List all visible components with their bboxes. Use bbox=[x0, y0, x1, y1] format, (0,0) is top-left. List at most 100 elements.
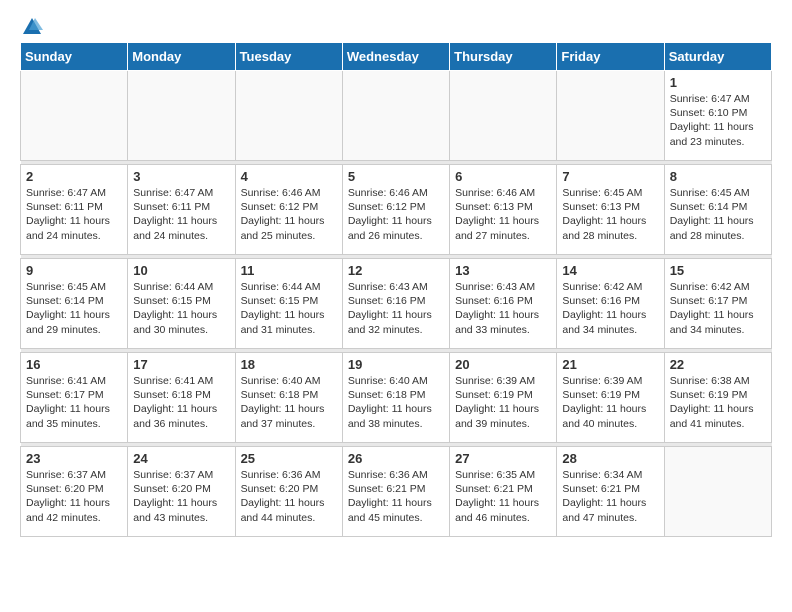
calendar-cell: 18 Sunrise: 6:40 AM Sunset: 6:18 PM Dayli… bbox=[235, 353, 342, 443]
weekday-header-row: SundayMondayTuesdayWednesdayThursdayFrid… bbox=[21, 43, 772, 71]
calendar-cell: 27 Sunrise: 6:35 AM Sunset: 6:21 PM Dayli… bbox=[450, 447, 557, 537]
day-number: 5 bbox=[348, 169, 444, 184]
day-info: Sunrise: 6:47 AM Sunset: 6:11 PM Dayligh… bbox=[26, 186, 122, 243]
calendar-cell bbox=[557, 71, 664, 161]
header bbox=[20, 16, 772, 34]
weekday-header-saturday: Saturday bbox=[664, 43, 771, 71]
calendar-cell bbox=[664, 447, 771, 537]
logo bbox=[20, 16, 44, 34]
day-number: 12 bbox=[348, 263, 444, 278]
calendar-cell: 7 Sunrise: 6:45 AM Sunset: 6:13 PM Daylig… bbox=[557, 165, 664, 255]
calendar-cell: 15Sunrise: 6:42 AM Sunset: 6:17 PM Dayli… bbox=[664, 259, 771, 349]
day-info: Sunrise: 6:38 AM Sunset: 6:19 PM Dayligh… bbox=[670, 374, 766, 431]
day-number: 28 bbox=[562, 451, 658, 466]
day-number: 18 bbox=[241, 357, 337, 372]
week-row-2: 2 Sunrise: 6:47 AM Sunset: 6:11 PM Daylig… bbox=[21, 165, 772, 255]
calendar-cell: 1 Sunrise: 6:47 AM Sunset: 6:10 PM Daylig… bbox=[664, 71, 771, 161]
day-number: 17 bbox=[133, 357, 229, 372]
weekday-header-wednesday: Wednesday bbox=[342, 43, 449, 71]
calendar-cell: 3 Sunrise: 6:47 AM Sunset: 6:11 PM Daylig… bbox=[128, 165, 235, 255]
weekday-header-monday: Monday bbox=[128, 43, 235, 71]
calendar-cell: 23Sunrise: 6:37 AM Sunset: 6:20 PM Dayli… bbox=[21, 447, 128, 537]
weekday-header-friday: Friday bbox=[557, 43, 664, 71]
calendar-cell: 19 Sunrise: 6:40 AM Sunset: 6:18 PM Dayli… bbox=[342, 353, 449, 443]
day-number: 26 bbox=[348, 451, 444, 466]
calendar-cell bbox=[342, 71, 449, 161]
day-number: 21 bbox=[562, 357, 658, 372]
calendar-cell: 13 Sunrise: 6:43 AM Sunset: 6:16 PM Dayli… bbox=[450, 259, 557, 349]
day-number: 1 bbox=[670, 75, 766, 90]
week-row-3: 9 Sunrise: 6:45 AM Sunset: 6:14 PM Daylig… bbox=[21, 259, 772, 349]
calendar-cell: 20 Sunrise: 6:39 AM Sunset: 6:19 PM Dayli… bbox=[450, 353, 557, 443]
day-number: 13 bbox=[455, 263, 551, 278]
day-info: Sunrise: 6:40 AM Sunset: 6:18 PM Dayligh… bbox=[348, 374, 444, 431]
page-container: SundayMondayTuesdayWednesdayThursdayFrid… bbox=[0, 0, 792, 553]
calendar-cell: 21 Sunrise: 6:39 AM Sunset: 6:19 PM Dayli… bbox=[557, 353, 664, 443]
calendar-cell: 16 Sunrise: 6:41 AM Sunset: 6:17 PM Dayli… bbox=[21, 353, 128, 443]
weekday-header-sunday: Sunday bbox=[21, 43, 128, 71]
day-info: Sunrise: 6:34 AM Sunset: 6:21 PM Dayligh… bbox=[562, 468, 658, 525]
calendar-table: SundayMondayTuesdayWednesdayThursdayFrid… bbox=[20, 42, 772, 537]
calendar-cell: 22 Sunrise: 6:38 AM Sunset: 6:19 PM Dayli… bbox=[664, 353, 771, 443]
day-info: Sunrise: 6:45 AM Sunset: 6:14 PM Dayligh… bbox=[26, 280, 122, 337]
calendar-cell: 2 Sunrise: 6:47 AM Sunset: 6:11 PM Daylig… bbox=[21, 165, 128, 255]
day-info: Sunrise: 6:37 AM Sunset: 6:20 PM Dayligh… bbox=[133, 468, 229, 525]
day-number: 7 bbox=[562, 169, 658, 184]
day-number: 16 bbox=[26, 357, 122, 372]
day-info: Sunrise: 6:36 AM Sunset: 6:20 PM Dayligh… bbox=[241, 468, 337, 525]
day-number: 2 bbox=[26, 169, 122, 184]
calendar-cell: 11Sunrise: 6:44 AM Sunset: 6:15 PM Dayli… bbox=[235, 259, 342, 349]
day-info: Sunrise: 6:35 AM Sunset: 6:21 PM Dayligh… bbox=[455, 468, 551, 525]
day-number: 27 bbox=[455, 451, 551, 466]
weekday-header-thursday: Thursday bbox=[450, 43, 557, 71]
day-info: Sunrise: 6:39 AM Sunset: 6:19 PM Dayligh… bbox=[562, 374, 658, 431]
day-number: 19 bbox=[348, 357, 444, 372]
day-info: Sunrise: 6:45 AM Sunset: 6:14 PM Dayligh… bbox=[670, 186, 766, 243]
calendar-cell: 25 Sunrise: 6:36 AM Sunset: 6:20 PM Dayli… bbox=[235, 447, 342, 537]
day-info: Sunrise: 6:41 AM Sunset: 6:17 PM Dayligh… bbox=[26, 374, 122, 431]
calendar-cell: 8 Sunrise: 6:45 AM Sunset: 6:14 PM Daylig… bbox=[664, 165, 771, 255]
day-info: Sunrise: 6:46 AM Sunset: 6:12 PM Dayligh… bbox=[348, 186, 444, 243]
day-info: Sunrise: 6:41 AM Sunset: 6:18 PM Dayligh… bbox=[133, 374, 229, 431]
calendar-cell: 12Sunrise: 6:43 AM Sunset: 6:16 PM Dayli… bbox=[342, 259, 449, 349]
week-row-4: 16 Sunrise: 6:41 AM Sunset: 6:17 PM Dayli… bbox=[21, 353, 772, 443]
day-number: 15 bbox=[670, 263, 766, 278]
calendar-cell: 14 Sunrise: 6:42 AM Sunset: 6:16 PM Dayli… bbox=[557, 259, 664, 349]
day-info: Sunrise: 6:37 AM Sunset: 6:20 PM Dayligh… bbox=[26, 468, 122, 525]
calendar-cell bbox=[450, 71, 557, 161]
day-info: Sunrise: 6:36 AM Sunset: 6:21 PM Dayligh… bbox=[348, 468, 444, 525]
calendar-cell: 17 Sunrise: 6:41 AM Sunset: 6:18 PM Dayli… bbox=[128, 353, 235, 443]
logo-icon bbox=[21, 16, 43, 38]
day-number: 8 bbox=[670, 169, 766, 184]
day-number: 22 bbox=[670, 357, 766, 372]
day-info: Sunrise: 6:46 AM Sunset: 6:13 PM Dayligh… bbox=[455, 186, 551, 243]
day-info: Sunrise: 6:47 AM Sunset: 6:10 PM Dayligh… bbox=[670, 92, 766, 149]
day-info: Sunrise: 6:45 AM Sunset: 6:13 PM Dayligh… bbox=[562, 186, 658, 243]
day-number: 25 bbox=[241, 451, 337, 466]
weekday-header-tuesday: Tuesday bbox=[235, 43, 342, 71]
day-info: Sunrise: 6:47 AM Sunset: 6:11 PM Dayligh… bbox=[133, 186, 229, 243]
calendar-cell bbox=[21, 71, 128, 161]
day-info: Sunrise: 6:43 AM Sunset: 6:16 PM Dayligh… bbox=[455, 280, 551, 337]
calendar-cell: 5 Sunrise: 6:46 AM Sunset: 6:12 PM Daylig… bbox=[342, 165, 449, 255]
day-number: 14 bbox=[562, 263, 658, 278]
day-number: 10 bbox=[133, 263, 229, 278]
day-number: 20 bbox=[455, 357, 551, 372]
day-number: 9 bbox=[26, 263, 122, 278]
calendar-cell: 26 Sunrise: 6:36 AM Sunset: 6:21 PM Dayli… bbox=[342, 447, 449, 537]
calendar-cell: 24 Sunrise: 6:37 AM Sunset: 6:20 PM Dayli… bbox=[128, 447, 235, 537]
day-number: 24 bbox=[133, 451, 229, 466]
day-number: 6 bbox=[455, 169, 551, 184]
day-info: Sunrise: 6:42 AM Sunset: 6:16 PM Dayligh… bbox=[562, 280, 658, 337]
calendar-cell bbox=[128, 71, 235, 161]
day-info: Sunrise: 6:44 AM Sunset: 6:15 PM Dayligh… bbox=[241, 280, 337, 337]
day-number: 3 bbox=[133, 169, 229, 184]
calendar-cell: 10 Sunrise: 6:44 AM Sunset: 6:15 PM Dayli… bbox=[128, 259, 235, 349]
day-info: Sunrise: 6:40 AM Sunset: 6:18 PM Dayligh… bbox=[241, 374, 337, 431]
calendar-cell: 4Sunrise: 6:46 AM Sunset: 6:12 PM Daylig… bbox=[235, 165, 342, 255]
calendar-cell: 6 Sunrise: 6:46 AM Sunset: 6:13 PM Daylig… bbox=[450, 165, 557, 255]
day-info: Sunrise: 6:46 AM Sunset: 6:12 PM Dayligh… bbox=[241, 186, 337, 243]
day-info: Sunrise: 6:39 AM Sunset: 6:19 PM Dayligh… bbox=[455, 374, 551, 431]
calendar-cell: 9 Sunrise: 6:45 AM Sunset: 6:14 PM Daylig… bbox=[21, 259, 128, 349]
day-info: Sunrise: 6:44 AM Sunset: 6:15 PM Dayligh… bbox=[133, 280, 229, 337]
